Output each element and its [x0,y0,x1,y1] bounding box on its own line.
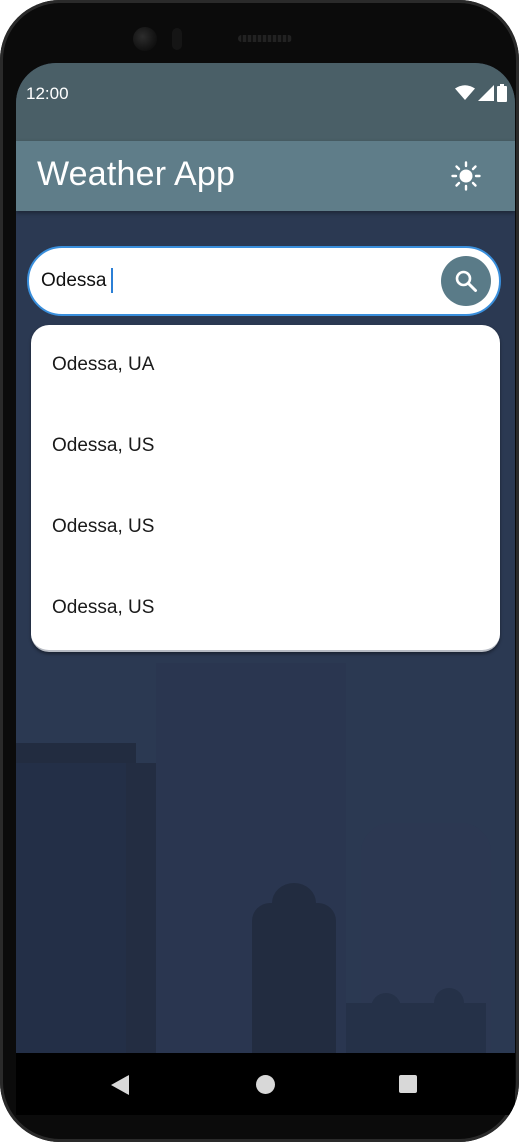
suggestion-item[interactable]: Odessa, UA [31,325,500,405]
search-input[interactable] [41,266,421,296]
suggestion-label: Odessa, US [52,516,155,537]
screen: 12:00 Weather App Odessa Odessa, UA Odes… [16,63,515,1113]
status-bar: 12:00 [16,63,515,141]
search-bar [27,246,501,316]
status-time: 12:00 [26,84,69,103]
battery-icon [497,84,507,102]
status-icons [455,84,507,102]
suggestion-item[interactable]: Odessa, US [31,487,500,567]
suggestion-label: Odessa, US [52,435,155,456]
background-building [16,763,130,1063]
app-bar: Weather App [16,141,515,211]
camera-sensor [172,28,182,50]
suggestion-item[interactable]: Odessa, US [31,568,500,648]
search-button[interactable] [441,256,491,306]
home-circle-icon[interactable] [256,1075,275,1094]
earpiece-speaker [238,35,292,42]
suggestion-item[interactable]: Odessa, US [31,406,500,486]
sun-icon [451,161,481,191]
wifi-icon [455,85,475,100]
search-icon [455,270,477,292]
phone-frame: 12:00 Weather App Odessa Odessa, UA Odes… [0,0,519,1142]
back-triangle-icon[interactable] [111,1075,129,1095]
suggestion-label: Odessa, US [52,597,155,618]
suggestion-label: Odessa, UA [52,354,155,375]
suggestions-dropdown: Odessa, UA Odessa, US Odessa, US Odessa,… [31,325,500,652]
text-cursor [111,268,113,293]
navigation-bar [16,1053,515,1115]
app-title: Weather App [37,155,236,193]
front-camera [133,27,157,51]
recent-square-icon[interactable] [399,1075,417,1093]
theme-toggle-button[interactable] [451,161,481,191]
signal-icon [478,85,494,101]
